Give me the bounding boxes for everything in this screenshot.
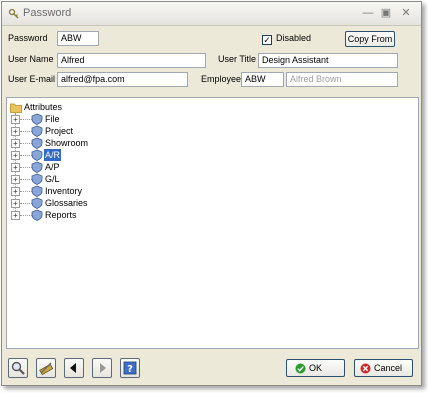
- svg-text:?: ?: [127, 364, 133, 375]
- password-label: Password: [8, 33, 48, 43]
- shield-icon: [31, 185, 43, 197]
- user-name-label: User Name: [8, 54, 54, 64]
- tree-item-glossaries[interactable]: + Glossaries: [7, 197, 207, 209]
- tree-root-label: Attributes: [24, 102, 63, 112]
- key-icon: [8, 8, 19, 19]
- tree-item-ar[interactable]: + A/R: [7, 149, 207, 161]
- disabled-checkbox[interactable]: ✓: [262, 35, 272, 45]
- user-email-label: User E-mail: [8, 74, 56, 84]
- tree-root[interactable]: Attributes: [7, 101, 207, 113]
- tree-item-label: G/L: [45, 174, 60, 184]
- close-icon[interactable]: ✕: [399, 6, 413, 20]
- expand-icon[interactable]: +: [11, 127, 20, 136]
- expand-icon[interactable]: +: [11, 211, 20, 220]
- help-button[interactable]: ?: [120, 358, 140, 378]
- maximize-icon[interactable]: ▣: [379, 6, 393, 20]
- folder-icon: [10, 103, 22, 113]
- tree-item-label: Reports: [45, 210, 77, 220]
- expand-icon[interactable]: +: [11, 115, 20, 124]
- tree-item-gl[interactable]: + G/L: [7, 173, 207, 185]
- employee-label: Employee: [201, 74, 242, 84]
- check-circle-icon: [295, 363, 306, 374]
- x-circle-icon: [360, 363, 371, 374]
- attributes-tree[interactable]: Attributes + File + Project + Showroom +…: [6, 97, 419, 349]
- tree-item-showroom[interactable]: + Showroom: [7, 137, 207, 149]
- tree-item-label: File: [45, 114, 60, 124]
- user-name-field[interactable]: Alfred: [57, 53, 206, 68]
- user-title-field[interactable]: Design Assistant: [258, 53, 398, 68]
- tree-item-ap[interactable]: + A/P: [7, 161, 207, 173]
- shield-icon: [31, 197, 43, 209]
- password-window: Password — ▣ ✕ Password ABW ✓ Disabled C…: [1, 1, 422, 386]
- arrow-left-icon: [70, 363, 76, 373]
- expand-icon[interactable]: +: [11, 199, 20, 208]
- user-email-field[interactable]: alfred@fpa.com: [57, 72, 188, 87]
- tree-item-project[interactable]: + Project: [7, 125, 207, 137]
- copy-from-button[interactable]: Copy From: [345, 31, 395, 47]
- shield-icon: [31, 125, 43, 137]
- shield-icon: [31, 137, 43, 149]
- bottom-toolbar: ? OK Cancel: [2, 352, 421, 386]
- magnifier-icon: [11, 361, 25, 375]
- user-title-label: User Title: [218, 54, 257, 64]
- user-form: Password ABW ✓ Disabled Copy From User N…: [2, 27, 421, 93]
- tree-item-label: Showroom: [45, 138, 89, 148]
- password-field[interactable]: ABW: [57, 31, 99, 46]
- help-icon: ?: [123, 361, 137, 375]
- tree-item-file[interactable]: + File: [7, 113, 207, 125]
- expand-icon[interactable]: +: [11, 175, 20, 184]
- tree-item-label: A/P: [45, 162, 60, 172]
- next-button[interactable]: [92, 358, 112, 378]
- expand-icon[interactable]: +: [11, 187, 20, 196]
- tools-button[interactable]: [36, 358, 56, 378]
- expand-icon[interactable]: +: [11, 151, 20, 160]
- shield-icon: [31, 161, 43, 173]
- tree-item-label: Project: [45, 126, 74, 136]
- shield-icon: [31, 209, 43, 221]
- tree-item-label: Inventory: [45, 186, 83, 196]
- minimize-icon[interactable]: —: [361, 6, 375, 20]
- shield-icon: [31, 173, 43, 185]
- tools-icon: [39, 362, 54, 376]
- tree-item-inventory[interactable]: + Inventory: [7, 185, 207, 197]
- employee-code-field[interactable]: ABW: [241, 72, 284, 87]
- cancel-button[interactable]: Cancel: [354, 359, 413, 377]
- shield-icon: [31, 113, 43, 125]
- expand-icon[interactable]: +: [11, 139, 20, 148]
- ok-label: OK: [309, 363, 323, 373]
- tree-item-reports[interactable]: + Reports: [7, 209, 207, 221]
- expand-icon[interactable]: +: [11, 163, 20, 172]
- tree-item-label-selected: A/R: [44, 149, 62, 161]
- disabled-label: Disabled: [276, 33, 312, 43]
- cancel-label: Cancel: [374, 363, 403, 373]
- title-bar[interactable]: Password — ▣ ✕: [2, 2, 421, 26]
- previous-button[interactable]: [64, 358, 84, 378]
- ok-button[interactable]: OK: [286, 359, 345, 377]
- employee-name-field: Alfred Brown: [286, 72, 398, 87]
- tree-item-label: Glossaries: [45, 198, 88, 208]
- arrow-right-icon: [100, 363, 106, 373]
- search-button[interactable]: [8, 358, 28, 378]
- window-title: Password: [23, 7, 72, 19]
- shield-icon: [31, 149, 43, 161]
